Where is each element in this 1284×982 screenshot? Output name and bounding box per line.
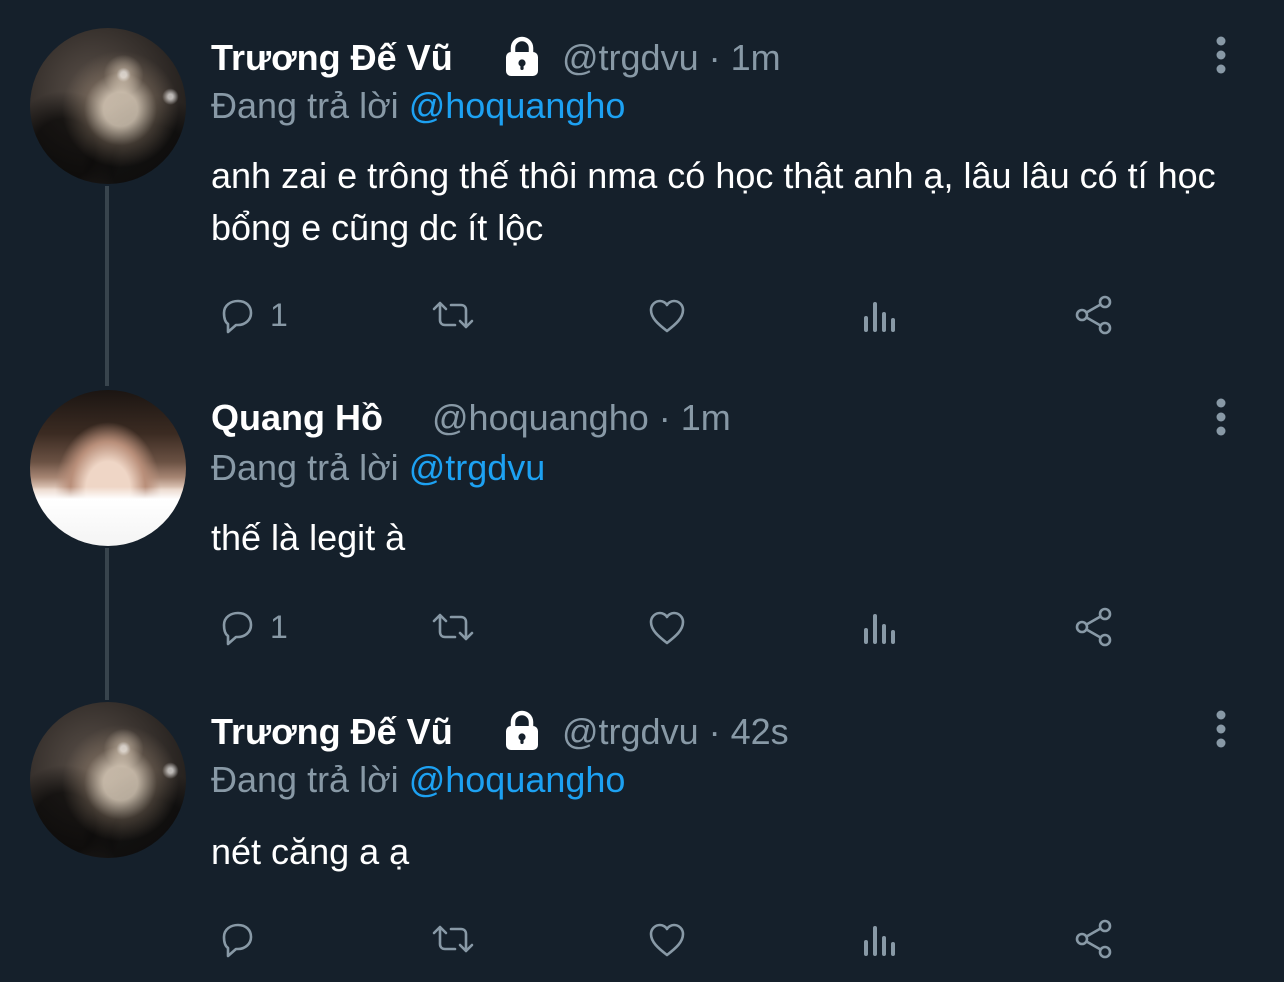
like-icon	[649, 923, 685, 957]
separator-dot: ·	[708, 711, 721, 752]
username-handle[interactable]: @trgdvu	[562, 711, 699, 752]
reply-button[interactable]	[212, 914, 270, 964]
share-button[interactable]	[1070, 914, 1120, 964]
lock-icon	[506, 710, 538, 750]
timestamp[interactable]: 42s	[731, 711, 789, 752]
analytics-icon	[864, 926, 895, 956]
tweet[interactable]: Trương Đế Vũ @trgdvu · 42s Đang trả lời …	[0, 0, 1284, 982]
analytics-button[interactable]	[856, 914, 906, 964]
replying-to-label: Đang trả lời	[211, 759, 399, 800]
avatar[interactable]	[30, 702, 186, 858]
mention-link[interactable]: @hoquangho	[409, 759, 626, 800]
like-button[interactable]	[642, 914, 692, 964]
reply-icon	[222, 923, 253, 958]
share-icon	[1075, 919, 1112, 959]
more-options-icon[interactable]	[1210, 710, 1232, 750]
display-name[interactable]: Trương Đế Vũ	[211, 710, 453, 754]
retweet-button[interactable]	[428, 914, 478, 964]
tweet-text: nét căng a ạ	[211, 831, 410, 872]
retweet-icon	[432, 925, 474, 953]
